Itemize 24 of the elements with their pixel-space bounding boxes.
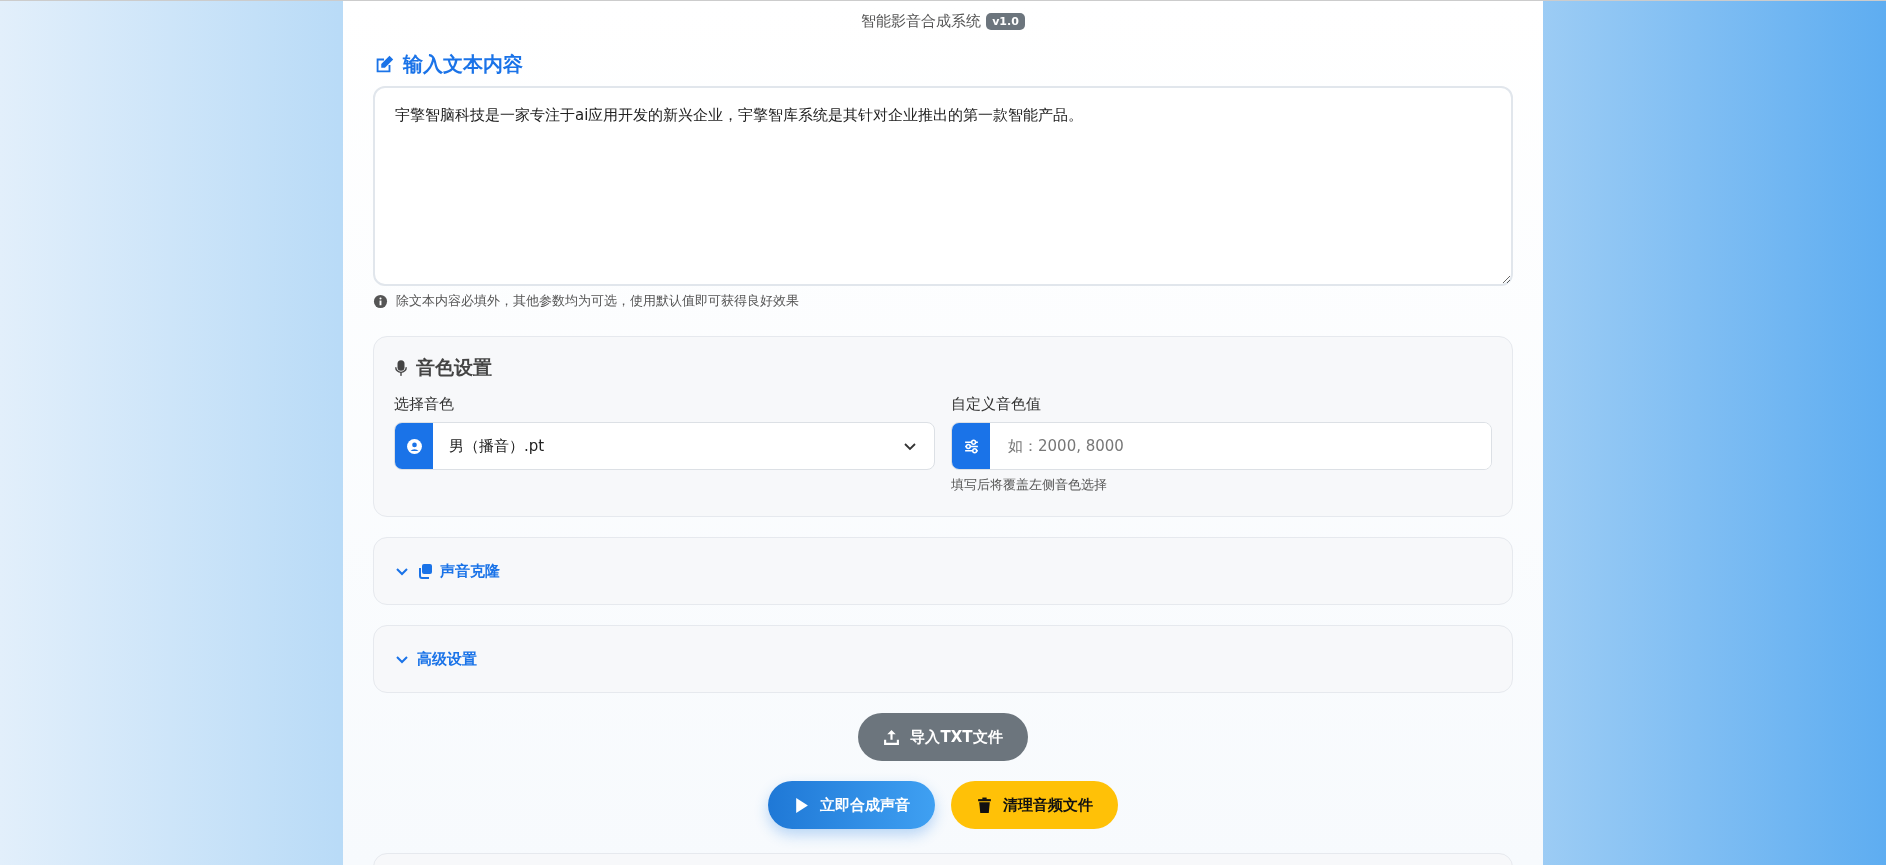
collapsible-section[interactable]: 声音克隆 <box>373 537 1513 605</box>
upload-icon <box>883 728 901 746</box>
text-input-field[interactable]: 宇擎智脑科技是一家专注于ai应用开发的新兴企业，宇擎智库系统是其针对企业推出的第一款智能产品。 <box>373 86 1513 286</box>
play-icon <box>793 796 810 814</box>
section-title: 声音克隆 <box>440 561 500 581</box>
version-badge: v1.0 <box>986 12 1025 30</box>
microphone-icon <box>394 358 408 378</box>
sliders-icon <box>962 437 980 455</box>
trash-icon <box>976 796 993 814</box>
card-heading: 音色设置 <box>416 355 492 380</box>
synthesize-button[interactable]: 立即合成声音 <box>768 781 935 829</box>
custom-voice-field[interactable]: 如：2000, 8000 <box>951 422 1492 470</box>
info-icon <box>373 293 388 309</box>
copy-icon <box>417 563 433 579</box>
app-title: 智能影音合成系统 <box>861 11 982 31</box>
field-label: 选择音色 <box>394 395 455 414</box>
field-label: 自定义音色值 <box>951 395 1042 414</box>
section-heading: 输入文本内容 <box>403 51 523 78</box>
hint-text: 除文本内容必填外，其他参数均为可选，使用默认值即可获得良好效果 <box>396 292 799 310</box>
clear-audio-button[interactable]: 清理音频文件 <box>951 781 1118 829</box>
import-button[interactable]: 导入TXT文件 <box>858 713 1028 761</box>
section-title: 高级设置 <box>417 649 477 669</box>
help-text: 填写后将覆盖左侧音色选择 <box>951 476 1108 494</box>
collapsible-section[interactable]: 高级设置 <box>373 625 1513 693</box>
